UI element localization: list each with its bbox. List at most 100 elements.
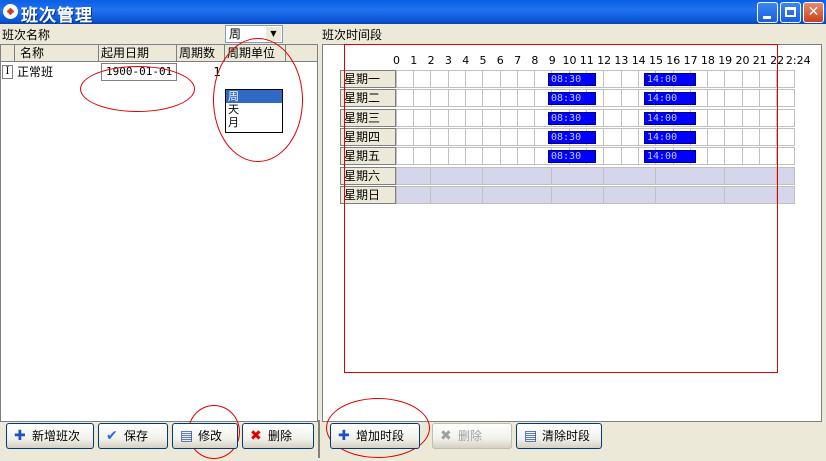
time-slot[interactable] xyxy=(620,70,639,88)
time-slot[interactable] xyxy=(482,166,501,185)
time-slot[interactable] xyxy=(603,127,622,146)
time-slot[interactable] xyxy=(465,147,484,166)
time-slot[interactable] xyxy=(742,70,760,88)
time-slot[interactable] xyxy=(517,127,536,146)
time-slot[interactable] xyxy=(603,166,622,185)
time-slot[interactable] xyxy=(465,127,484,146)
cycles-cell[interactable]: 1 xyxy=(181,63,221,81)
edit-button[interactable]: ▤ 修改 xyxy=(172,423,238,449)
time-slot[interactable] xyxy=(396,108,414,127)
column-header-name[interactable]: 名称 xyxy=(15,45,99,62)
time-slot[interactable] xyxy=(499,89,518,108)
time-slot[interactable] xyxy=(430,166,449,185)
time-slot[interactable] xyxy=(603,108,622,127)
time-slot[interactable] xyxy=(776,127,795,146)
time-slot[interactable] xyxy=(447,147,466,166)
time-slot[interactable] xyxy=(465,166,484,185)
time-slot[interactable] xyxy=(655,166,674,185)
save-button[interactable]: ✔ 保存 xyxy=(98,423,168,449)
time-slot[interactable] xyxy=(638,185,657,204)
time-slot[interactable] xyxy=(603,147,622,166)
time-slot[interactable] xyxy=(742,89,760,108)
time-slot[interactable] xyxy=(499,70,518,88)
time-slot[interactable] xyxy=(413,108,432,127)
time-slot[interactable] xyxy=(603,185,622,204)
time-slot[interactable] xyxy=(776,166,795,185)
time-slot[interactable] xyxy=(430,147,449,166)
time-slot[interactable] xyxy=(517,147,536,166)
add-shift-button[interactable]: ✚ 新增班次 xyxy=(6,423,94,449)
time-slot[interactable] xyxy=(430,185,449,204)
time-slot[interactable] xyxy=(551,185,570,204)
time-slot[interactable] xyxy=(724,70,743,88)
unit-option-week[interactable]: 周 xyxy=(226,90,282,103)
delete-shift-button[interactable]: ✖ 删除 xyxy=(242,423,314,449)
time-slot[interactable] xyxy=(707,166,726,185)
time-slot[interactable] xyxy=(413,185,432,204)
time-slot[interactable] xyxy=(759,185,778,204)
time-slot[interactable] xyxy=(396,185,414,204)
time-slot[interactable] xyxy=(413,127,432,146)
time-slot[interactable] xyxy=(620,166,639,185)
time-slot[interactable] xyxy=(569,185,587,204)
time-slot[interactable] xyxy=(724,89,743,108)
time-slot[interactable] xyxy=(672,185,691,204)
time-slot[interactable] xyxy=(655,185,674,204)
time-slot[interactable] xyxy=(517,108,536,127)
time-slot[interactable] xyxy=(759,166,778,185)
time-slot[interactable] xyxy=(707,127,726,146)
time-slot[interactable] xyxy=(396,147,414,166)
time-slot[interactable] xyxy=(482,127,501,146)
clear-segments-button[interactable]: ▤ 清除时段 xyxy=(516,423,602,449)
time-slot[interactable] xyxy=(447,70,466,88)
time-slot[interactable] xyxy=(638,166,657,185)
time-slot[interactable] xyxy=(742,166,760,185)
time-slot[interactable] xyxy=(690,185,709,204)
time-slot[interactable] xyxy=(742,147,760,166)
time-slot[interactable] xyxy=(707,70,726,88)
time-slot[interactable] xyxy=(707,89,726,108)
time-slot[interactable] xyxy=(482,185,501,204)
time-segment[interactable]: 14:00 xyxy=(644,73,696,86)
time-slot[interactable] xyxy=(447,108,466,127)
time-slot[interactable] xyxy=(551,166,570,185)
shift-name-cell[interactable]: 正常班 xyxy=(17,63,97,81)
time-slot[interactable] xyxy=(465,89,484,108)
time-slot[interactable] xyxy=(707,108,726,127)
maximize-button[interactable] xyxy=(780,2,801,23)
time-slot[interactable] xyxy=(742,108,760,127)
time-slot[interactable] xyxy=(707,185,726,204)
time-slot[interactable] xyxy=(603,70,622,88)
time-slot[interactable] xyxy=(759,108,778,127)
time-slot[interactable] xyxy=(759,127,778,146)
time-segment[interactable]: 08:30 xyxy=(548,130,596,144)
time-slot[interactable] xyxy=(517,70,536,88)
time-slot[interactable] xyxy=(586,185,605,204)
time-slot[interactable] xyxy=(482,70,501,88)
column-header-start-date[interactable]: 起用日期 xyxy=(99,45,177,62)
column-header-unit[interactable]: 周期单位 xyxy=(225,45,286,62)
time-slot[interactable] xyxy=(759,70,778,88)
unit-option-month[interactable]: 月 xyxy=(226,116,282,129)
time-slot[interactable] xyxy=(759,147,778,166)
time-slot[interactable] xyxy=(447,185,466,204)
time-slot[interactable] xyxy=(465,185,484,204)
time-slot[interactable] xyxy=(499,127,518,146)
time-segment[interactable]: 14:00 xyxy=(644,92,696,106)
cycle-unit-select[interactable]: 周 ▼ xyxy=(225,25,283,43)
time-slot[interactable] xyxy=(776,185,795,204)
minimize-button[interactable] xyxy=(757,2,778,23)
add-segment-button[interactable]: ✚ 增加时段 xyxy=(330,423,420,449)
time-slot[interactable] xyxy=(534,166,553,185)
time-slot[interactable] xyxy=(620,127,639,146)
time-slot[interactable] xyxy=(724,108,743,127)
time-slot[interactable] xyxy=(447,127,466,146)
time-slot[interactable] xyxy=(603,89,622,108)
time-slot[interactable] xyxy=(499,166,518,185)
time-slot[interactable] xyxy=(742,185,760,204)
time-slot[interactable] xyxy=(499,108,518,127)
time-slot[interactable] xyxy=(776,70,795,88)
time-slot[interactable] xyxy=(776,89,795,108)
time-slot[interactable] xyxy=(499,185,518,204)
time-slot[interactable] xyxy=(620,147,639,166)
